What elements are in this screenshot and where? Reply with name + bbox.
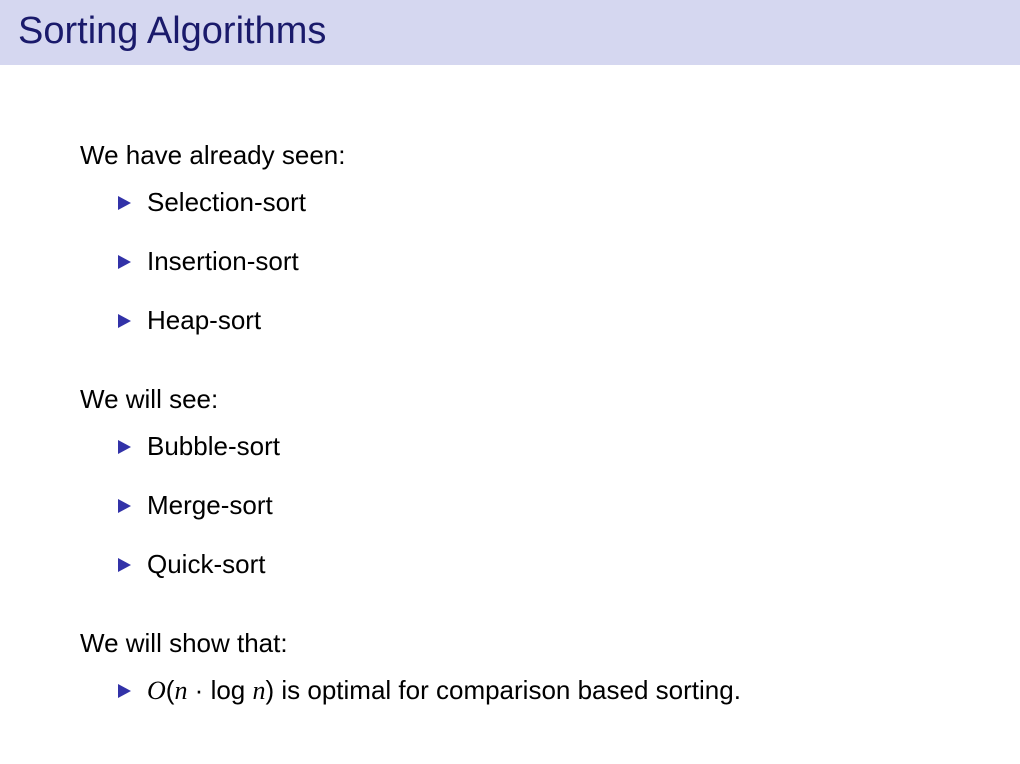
log-fn: log bbox=[211, 675, 253, 705]
triangle-bullet-icon bbox=[118, 440, 131, 454]
list-item: Insertion-sort bbox=[118, 246, 1020, 277]
statement-rest: is optimal for comparison based sorting. bbox=[274, 675, 741, 705]
list-item: Merge-sort bbox=[118, 490, 1020, 521]
big-o: O bbox=[147, 676, 166, 705]
slide-title: Sorting Algorithms bbox=[18, 10, 1002, 53]
triangle-bullet-icon bbox=[118, 499, 131, 513]
bullet-list-will-see: Bubble-sort Merge-sort Quick-sort bbox=[80, 431, 1020, 580]
var-n: n bbox=[174, 676, 187, 705]
section-heading-will-see: We will see: bbox=[80, 384, 1020, 415]
list-item-label: Merge-sort bbox=[147, 490, 273, 521]
list-item-label: Quick-sort bbox=[147, 549, 265, 580]
slide-content: We have already seen: Selection-sort Ins… bbox=[0, 65, 1020, 706]
triangle-bullet-icon bbox=[118, 255, 131, 269]
list-item: Heap-sort bbox=[118, 305, 1020, 336]
var-n: n bbox=[252, 676, 265, 705]
triangle-bullet-icon bbox=[118, 558, 131, 572]
list-item: O(n · log n) is optimal for comparison b… bbox=[118, 675, 1020, 706]
complexity-statement: O(n · log n) is optimal for comparison b… bbox=[147, 675, 741, 706]
list-item: Quick-sort bbox=[118, 549, 1020, 580]
list-item-label: Selection-sort bbox=[147, 187, 306, 218]
list-item-label: Insertion-sort bbox=[147, 246, 299, 277]
list-item-label: Bubble-sort bbox=[147, 431, 280, 462]
triangle-bullet-icon bbox=[118, 684, 131, 698]
list-item: Selection-sort bbox=[118, 187, 1020, 218]
list-item-label: Heap-sort bbox=[147, 305, 261, 336]
bullet-list-show: O(n · log n) is optimal for comparison b… bbox=[80, 675, 1020, 706]
section-heading-seen: We have already seen: bbox=[80, 140, 1020, 171]
dot-operator: · bbox=[187, 675, 210, 705]
section-heading-show: We will show that: bbox=[80, 628, 1020, 659]
slide-title-bar: Sorting Algorithms bbox=[0, 0, 1020, 65]
triangle-bullet-icon bbox=[118, 314, 131, 328]
paren-close: ) bbox=[265, 675, 274, 705]
triangle-bullet-icon bbox=[118, 196, 131, 210]
list-item: Bubble-sort bbox=[118, 431, 1020, 462]
bullet-list-seen: Selection-sort Insertion-sort Heap-sort bbox=[80, 187, 1020, 336]
